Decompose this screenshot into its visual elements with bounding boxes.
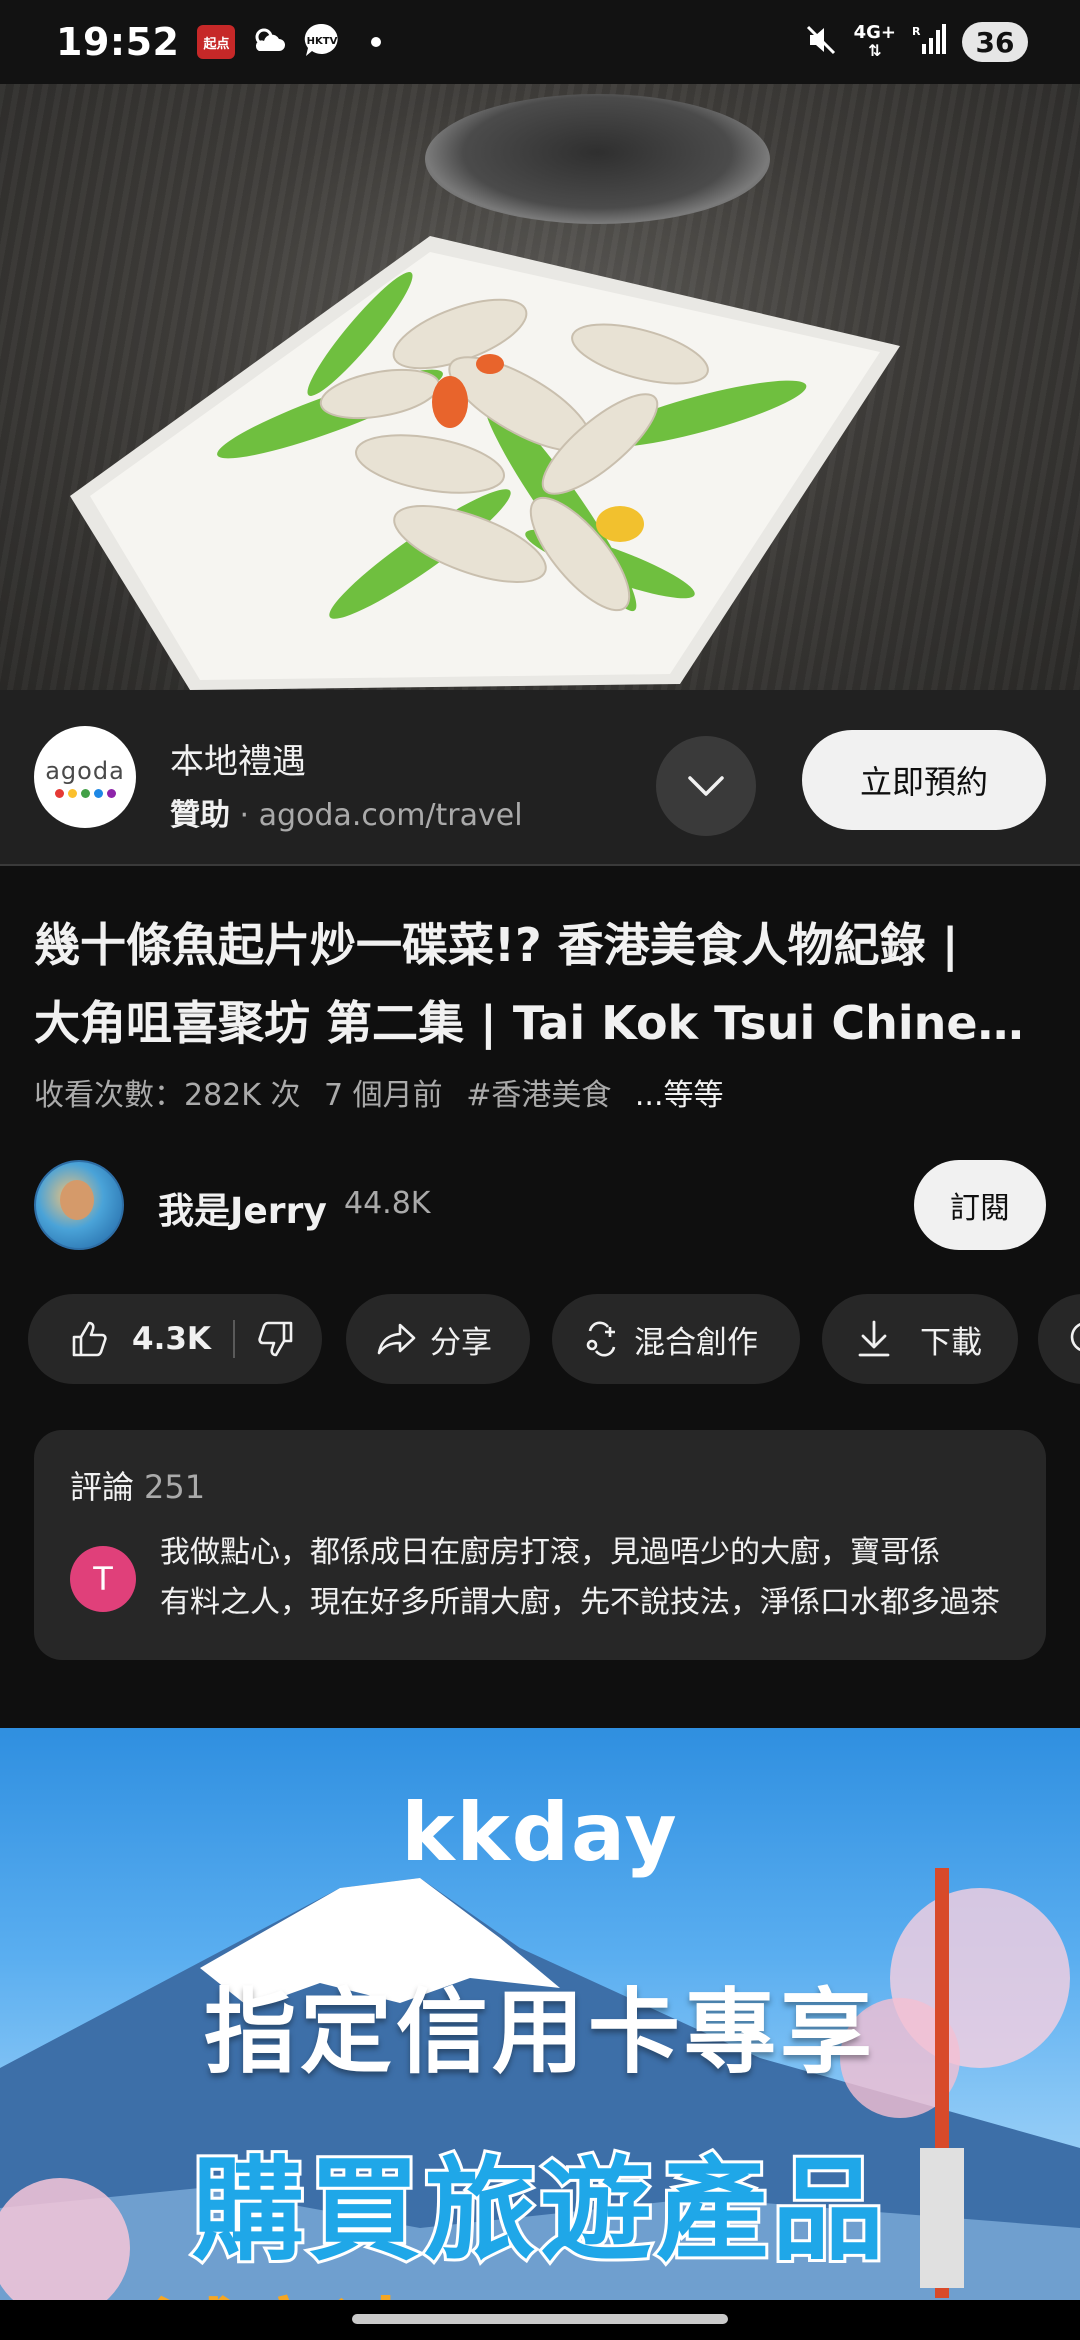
thumbs-down-icon <box>258 1321 293 1357</box>
qidian-app-icon: 起点 <box>197 25 236 59</box>
video-player[interactable] <box>0 84 1080 690</box>
chevron-down-icon <box>688 776 724 796</box>
download-button[interactable]: 下載 <box>822 1294 1018 1384</box>
signal-icon: R <box>912 24 946 60</box>
status-bar: 19:52 起点 HKTV 4G+ ⇅ R 36 <box>0 0 1080 84</box>
first-comment-text: 我做點心，都係成日在廚房打滾，見過唔少的大廚，寶哥係 有料之人，現在好多所謂大廚… <box>160 1535 1000 1620</box>
ad-title: 本地禮遇 <box>170 742 306 782</box>
share-icon <box>377 1323 416 1355</box>
view-count: 收看次數：282K 次 <box>34 1078 301 1113</box>
thumbs-up-icon <box>72 1321 107 1357</box>
network-type-icon: 4G+ ⇅ <box>853 22 896 60</box>
upload-age: 7 個月前 <box>324 1078 443 1113</box>
like-count: 4.3K <box>132 1321 211 1357</box>
kkday-banner-ad[interactable]: kkday 指定信用卡專享 購買旅遊產品 減高達 <box>0 1728 1080 2300</box>
channel-name[interactable]: 我是Jerry <box>158 1182 327 1234</box>
hashtag-link[interactable]: #香港美食 <box>466 1078 611 1113</box>
comments-count: 251 <box>144 1468 206 1506</box>
dislike-button[interactable] <box>255 1319 295 1359</box>
ad-subtitle: 贊助 · agoda.com/travel <box>170 798 523 833</box>
like-button[interactable]: 4.3K <box>70 1319 211 1359</box>
subscriber-count: 44.8K <box>344 1186 431 1221</box>
thanks-icon <box>1070 1322 1080 1351</box>
more-description-link[interactable]: ...等等 <box>635 1078 724 1113</box>
channel-avatar[interactable] <box>34 1160 124 1250</box>
remix-icon <box>586 1321 616 1357</box>
ad-expand-button[interactable] <box>656 736 756 836</box>
thanks-button[interactable] <box>1038 1294 1080 1384</box>
kkday-logo: kkday <box>401 1786 679 1879</box>
banner-subheadline: 購買旅遊產品 <box>189 2143 888 2279</box>
video-meta[interactable]: 收看次數：282K 次 7 個月前 #香港美食 ...等等 <box>34 1070 738 1114</box>
action-bar: 4.3K 分享 混合創作 下載 <box>28 1294 1080 1384</box>
banner-discount-text: 減高達 <box>150 2268 420 2300</box>
like-divider <box>232 1320 235 1358</box>
svg-text:R: R <box>912 25 921 38</box>
hktv-app-icon: HKTV <box>303 22 341 62</box>
navigation-bar <box>0 2300 1080 2340</box>
remix-button[interactable]: 混合創作 <box>552 1294 800 1384</box>
share-button[interactable]: 分享 <box>346 1294 530 1384</box>
agoda-logo-dots <box>54 788 116 798</box>
comment-author-avatar: T <box>70 1546 136 1612</box>
banner-headline: 指定信用卡專享 <box>203 1979 876 2086</box>
status-time: 19:52 <box>56 20 180 64</box>
like-dislike-chip: 4.3K <box>28 1294 322 1384</box>
notification-dot <box>371 37 382 47</box>
home-gesture-handle[interactable] <box>352 2314 728 2324</box>
sponsored-ad-row[interactable]: agoda 本地禮遇 贊助 · agoda.com/travel 立即預約 <box>0 690 1080 866</box>
ad-book-now-button[interactable]: 立即預約 <box>802 730 1046 830</box>
comments-heading: 評論 251 <box>70 1468 206 1506</box>
svg-text:HKTV: HKTV <box>307 36 338 47</box>
video-frame-dish <box>70 236 900 690</box>
weather-icon <box>249 25 289 59</box>
comments-section[interactable]: 評論 251 T 我做點心，都係成日在廚房打滾，見過唔少的大廚，寶哥係 有料之人，… <box>34 1430 1046 1660</box>
subscribe-button[interactable]: 訂閱 <box>914 1160 1046 1250</box>
download-icon <box>858 1320 890 1357</box>
video-title[interactable]: 幾十條魚起片炒一碟菜!? 香港美食人物紀錄 | 大角咀喜聚坊 第二集 | Tai… <box>34 906 1050 1062</box>
mute-icon <box>804 23 838 61</box>
agoda-logo[interactable]: agoda <box>34 726 136 828</box>
battery-indicator: 36 <box>962 22 1028 62</box>
